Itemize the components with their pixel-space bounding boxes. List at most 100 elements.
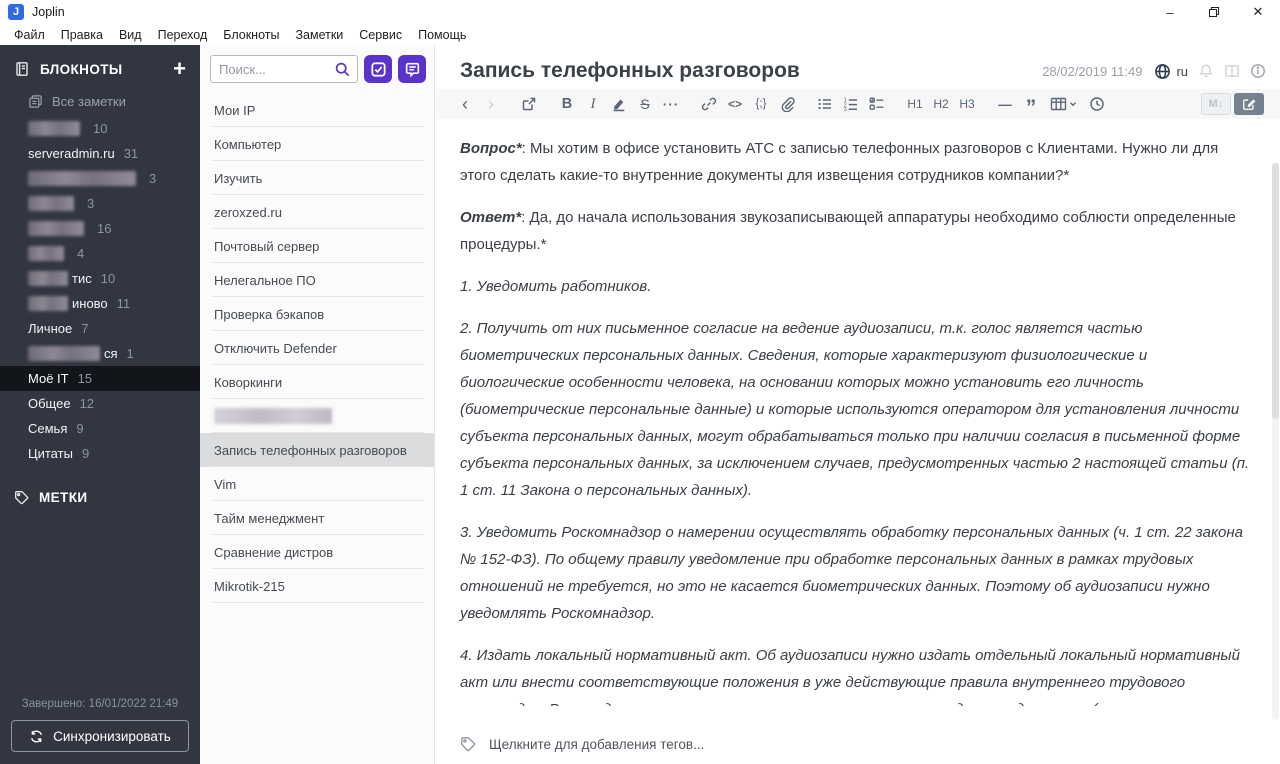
new-note-button[interactable] bbox=[398, 55, 426, 83]
note-list-item[interactable]: Сравнение дистров bbox=[200, 535, 434, 569]
markdown-editor-toggle[interactable]: M↓ bbox=[1201, 93, 1231, 115]
redacted-label bbox=[28, 121, 80, 136]
sidebar-item-notebook[interactable]: 10 bbox=[0, 116, 200, 141]
sidebar-item-notebook[interactable]: Семья 9 bbox=[0, 416, 200, 441]
paragraph: 3. Уведомить Роскомнадзор о намерении ос… bbox=[460, 524, 1243, 622]
note-list-item[interactable]: Мои IP bbox=[200, 93, 434, 127]
note-list-item[interactable]: Отключить Defender bbox=[200, 331, 434, 365]
sidebar: БЛОКНОТЫ + Все заметки 10 serveradmin.ru… bbox=[0, 45, 200, 764]
attach-file-icon[interactable] bbox=[774, 91, 800, 117]
sidebar-item-label: Все заметки bbox=[52, 94, 126, 109]
note-list-panel: Мои IP Компьютер Изучить zeroxzed.ru Поч… bbox=[200, 45, 435, 764]
menu-view[interactable]: Вид bbox=[111, 28, 150, 42]
tag-bar[interactable]: Щелкните для добавления тегов... bbox=[436, 724, 1280, 764]
sidebar-item-notebook[interactable]: serveradmin.ru 31 bbox=[0, 141, 200, 166]
note-list-item[interactable]: zeroxzed.ru bbox=[200, 195, 434, 229]
sidebar-item-notebook[interactable]: Цитаты 9 bbox=[0, 441, 200, 466]
synchronise-button[interactable]: Синхронизировать bbox=[11, 720, 189, 752]
paragraph: 2. Получить от них письменное согласие н… bbox=[460, 320, 1250, 499]
table-icon[interactable] bbox=[1044, 91, 1084, 117]
note-body[interactable]: Вопрос*: Мы хотим в офисе установить АТС… bbox=[436, 119, 1280, 706]
forward-button[interactable]: › bbox=[478, 91, 504, 117]
close-button[interactable]: ✕ bbox=[1236, 0, 1280, 24]
heading3-button[interactable]: H3 bbox=[954, 91, 980, 117]
info-icon[interactable] bbox=[1250, 63, 1266, 79]
minimize-button[interactable]: – bbox=[1148, 0, 1192, 24]
note-list-item[interactable]: Vim bbox=[200, 467, 434, 501]
search-row bbox=[200, 45, 434, 93]
numbered-list-icon[interactable]: 1 2 3 bbox=[838, 91, 864, 117]
sidebar-item-notebook[interactable]: ся 1 bbox=[0, 341, 200, 366]
sidebar-item-notebook[interactable]: тис 10 bbox=[0, 266, 200, 291]
svg-text:3: 3 bbox=[844, 107, 847, 112]
note-list-item[interactable]: Компьютер bbox=[200, 127, 434, 161]
sidebar-item-notebook[interactable]: 3 bbox=[0, 191, 200, 216]
menu-tools[interactable]: Сервис bbox=[351, 28, 410, 42]
menu-notebooks[interactable]: Блокноты bbox=[215, 28, 287, 42]
strikethrough-button[interactable]: S bbox=[632, 91, 658, 117]
note-list-item[interactable]: Нелегальное ПО bbox=[200, 263, 434, 297]
tag-icon bbox=[14, 490, 29, 505]
pencil-square-icon bbox=[1242, 97, 1256, 111]
sidebar-item-notebook[interactable]: 3 bbox=[0, 166, 200, 191]
bell-icon[interactable] bbox=[1198, 63, 1214, 79]
blockquote-button[interactable]: ” bbox=[1018, 91, 1044, 118]
note-updated-time: 28/02/2019 11:49 bbox=[1042, 63, 1143, 79]
more-formats-button[interactable]: ··· bbox=[658, 91, 684, 117]
add-notebook-button[interactable]: + bbox=[173, 58, 186, 80]
menu-edit[interactable]: Правка bbox=[53, 28, 111, 42]
inline-code-button[interactable]: <> bbox=[722, 91, 748, 117]
note-list-item[interactable]: Mikrotik-215 bbox=[200, 569, 434, 603]
sidebar-item-all-notes[interactable]: Все заметки bbox=[0, 89, 200, 116]
clock-icon[interactable] bbox=[1084, 91, 1110, 117]
checkbox-list-icon[interactable] bbox=[864, 91, 890, 117]
note-list-item[interactable]: Тайм менеджмент bbox=[200, 501, 434, 535]
external-editor-icon[interactable] bbox=[516, 91, 542, 117]
bold-button[interactable]: B bbox=[554, 91, 580, 117]
highlight-pen-icon[interactable] bbox=[606, 91, 632, 117]
restore-window-button[interactable] bbox=[1192, 0, 1236, 24]
book-icon bbox=[14, 61, 30, 77]
menu-go[interactable]: Переход bbox=[150, 28, 216, 42]
joplin-window: J Joplin – ✕ Файл Правка Вид Переход Бло… bbox=[0, 0, 1280, 764]
back-button[interactable]: ‹ bbox=[452, 91, 478, 117]
sidebar-item-notebook[interactable]: иново 11 bbox=[0, 291, 200, 316]
note-title[interactable]: Запись телефонных разговоров bbox=[460, 59, 1042, 83]
sidebar-footer: Завершено: 16/01/2022 21:49 Синхронизиро… bbox=[0, 690, 200, 764]
redacted-title bbox=[214, 408, 332, 424]
bulleted-list-icon[interactable] bbox=[812, 91, 838, 117]
note-list-item-selected[interactable]: Запись телефонных разговоров bbox=[200, 433, 434, 467]
sidebar-item-notebook[interactable]: Личное 7 bbox=[0, 316, 200, 341]
code-block-button[interactable]: {;} bbox=[748, 91, 774, 117]
sidebar-item-notebook-selected[interactable]: Моё IT 15 bbox=[0, 366, 200, 391]
editor-scrollbar[interactable] bbox=[1272, 163, 1279, 720]
notebooks-header: БЛОКНОТЫ + bbox=[0, 45, 200, 89]
menu-notes[interactable]: Заметки bbox=[287, 28, 351, 42]
globe-icon[interactable] bbox=[1154, 63, 1171, 80]
tags-header: МЕТКИ bbox=[0, 490, 200, 505]
scrollbar-thumb[interactable] bbox=[1272, 163, 1279, 420]
heading1-button[interactable]: H1 bbox=[902, 91, 928, 117]
note-list-item[interactable]: Коворкинги bbox=[200, 365, 434, 399]
menu-help[interactable]: Помощь bbox=[410, 28, 474, 42]
spellcheck-language[interactable]: ru bbox=[1176, 64, 1188, 79]
link-icon[interactable] bbox=[696, 91, 722, 117]
rich-text-editor-toggle[interactable] bbox=[1234, 93, 1264, 115]
search-box bbox=[210, 55, 358, 83]
heading2-button[interactable]: H2 bbox=[928, 91, 954, 117]
layers-icon bbox=[28, 94, 43, 109]
layout-columns-icon[interactable] bbox=[1224, 63, 1240, 79]
menu-file[interactable]: Файл bbox=[6, 28, 53, 42]
note-list-item[interactable]: Почтовый сервер bbox=[200, 229, 434, 263]
note-list-item-redacted[interactable] bbox=[200, 399, 434, 433]
sidebar-item-notebook[interactable]: 16 bbox=[0, 216, 200, 241]
add-tags-prompt[interactable]: Щелкните для добавления тегов... bbox=[489, 737, 704, 752]
italic-button[interactable]: I bbox=[580, 91, 606, 117]
new-todo-button[interactable] bbox=[364, 55, 392, 83]
paragraph: Ответ*: Да, до начала использования звук… bbox=[460, 209, 1236, 253]
note-list-item[interactable]: Проверка бэкапов bbox=[200, 297, 434, 331]
note-list-item[interactable]: Изучить bbox=[200, 161, 434, 195]
sidebar-item-notebook[interactable]: 4 bbox=[0, 241, 200, 266]
sidebar-item-notebook[interactable]: Общее 12 bbox=[0, 391, 200, 416]
horizontal-rule-button[interactable]: — bbox=[992, 91, 1018, 117]
